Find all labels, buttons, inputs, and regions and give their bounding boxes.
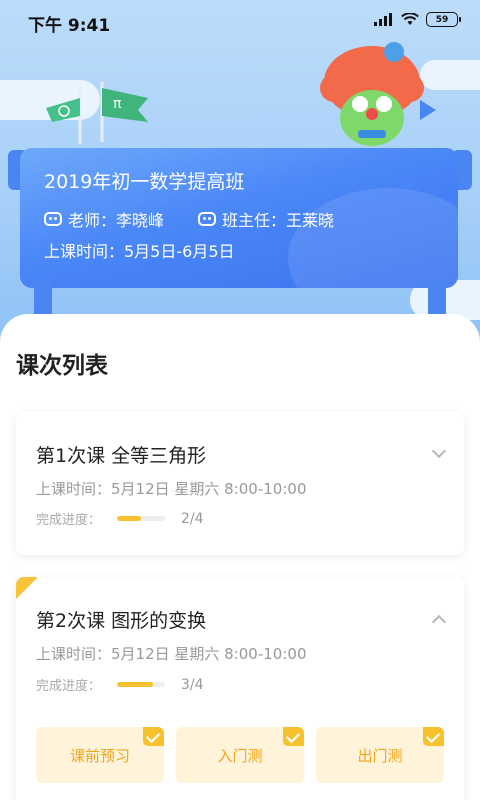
svg-text:π: π (113, 96, 122, 112)
progress-row: 完成进度： 3/4 (36, 675, 204, 695)
class-title: 2019年初一数学提高班 (44, 171, 245, 193)
checkmark-icon (423, 727, 444, 746)
status-bar: 下午 9:41 59 (0, 0, 480, 44)
task-label: 出门测 (357, 746, 403, 765)
task-label: 入门测 (217, 746, 263, 765)
lesson-card[interactable]: 第2次课 图形的变换 上课时间：5月12日 星期六 8:00-10:00 完成进… (16, 577, 464, 800)
teacher-row: 老师：李晓峰 班主任：王莱晓 (44, 207, 334, 231)
progress-bar-fill (117, 516, 142, 521)
progress-bar (117, 516, 166, 521)
robot-icon (44, 212, 62, 226)
class-header-banner: π 下午 9:41 59 2019年初一数学提高班 老师：李晓峰 班主任：王莱晓… (0, 0, 480, 345)
lesson-time: 上课时间：5月12日 星期六 8:00-10:00 (36, 480, 307, 498)
lesson-card[interactable]: 第1次课 全等三角形 上课时间：5月12日 星期六 8:00-10:00 完成进… (16, 412, 464, 555)
flags-illustration: π (46, 82, 148, 144)
checkmark-icon (283, 727, 304, 746)
chevron-up-icon[interactable] (431, 614, 447, 630)
class-schedule: 上课时间：5月5日-6月5日 (44, 242, 235, 261)
battery-icon: 59 (426, 12, 461, 27)
progress-label: 完成进度： (36, 513, 102, 528)
lesson-time: 上课时间：5月12日 星期六 8:00-10:00 (36, 645, 307, 663)
task-label: 课前预习 (69, 746, 130, 765)
progress-count: 3/4 (181, 676, 204, 693)
teacher-label: 老师：李晓峰 (68, 211, 165, 230)
signal-icon (374, 13, 392, 26)
progress-bar (117, 682, 166, 687)
mascot-illustration (320, 42, 436, 146)
progress-bar-fill (117, 682, 154, 687)
current-lesson-marker (16, 577, 38, 599)
head-teacher-label: 班主任：王莱晓 (222, 211, 335, 230)
checkmark-icon (143, 727, 164, 746)
task-button-exit-test[interactable]: 出门测 (316, 727, 444, 783)
section-title: 课次列表 (16, 353, 108, 379)
lesson-title: 第1次课 全等三角形 (36, 445, 207, 467)
progress-label: 完成进度： (36, 679, 102, 694)
status-time: 下午 9:41 (28, 16, 111, 36)
progress-count: 2/4 (181, 510, 204, 527)
lesson-title: 第2次课 图形的变换 (36, 610, 207, 632)
task-button-entry-test[interactable]: 入门测 (176, 727, 304, 783)
progress-row: 完成进度： 2/4 (36, 509, 204, 529)
task-button-preview[interactable]: 课前预习 (36, 727, 164, 783)
robot-icon (198, 212, 217, 226)
wifi-icon (401, 13, 419, 25)
chevron-down-icon[interactable] (431, 443, 447, 459)
